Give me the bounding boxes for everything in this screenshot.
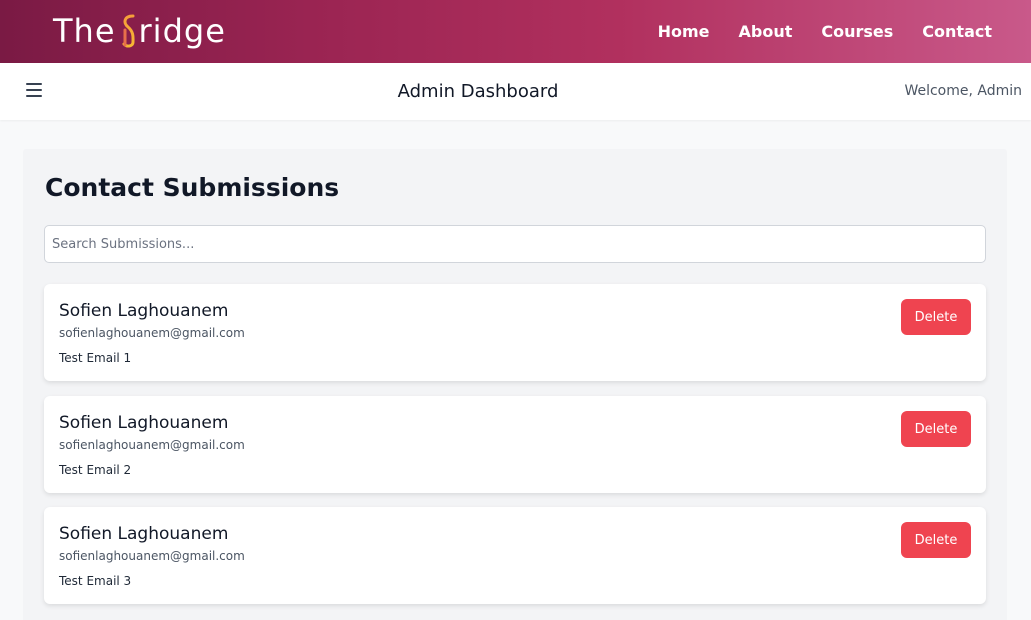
submission-email: sofienlaghouanem@gmail.com (59, 326, 245, 340)
brand-logo[interactable]: The ridge (53, 9, 226, 53)
nav-link-about[interactable]: About (739, 22, 793, 41)
submission-card: Sofien Laghouanem sofienlaghouanem@gmail… (44, 396, 986, 493)
admin-header: Admin Dashboard Welcome, Admin (0, 63, 1031, 120)
main-nav: Home About Courses Contact (658, 0, 992, 63)
submission-name: Sofien Laghouanem (59, 413, 229, 433)
search-input[interactable] (44, 225, 986, 263)
submission-name: Sofien Laghouanem (59, 301, 229, 321)
welcome-text: Welcome, Admin (904, 83, 1022, 99)
submission-message: Test Email 3 (59, 574, 132, 588)
submission-message: Test Email 1 (59, 351, 132, 365)
logo-text-prefix: The (53, 12, 116, 50)
submission-card: Sofien Laghouanem sofienlaghouanem@gmail… (44, 284, 986, 381)
submission-message: Test Email 2 (59, 463, 132, 477)
submission-card: Sofien Laghouanem sofienlaghouanem@gmail… (44, 507, 986, 604)
logo-text-suffix: ridge (138, 12, 226, 50)
delete-button[interactable]: Delete (901, 299, 971, 335)
page-title: Admin Dashboard (397, 81, 559, 102)
nav-link-home[interactable]: Home (658, 22, 710, 41)
submission-name: Sofien Laghouanem (59, 524, 229, 544)
submissions-panel: Contact Submissions Sofien Laghouanem so… (23, 149, 1007, 620)
delete-button[interactable]: Delete (901, 522, 971, 558)
submission-email: sofienlaghouanem@gmail.com (59, 549, 245, 563)
nav-link-courses[interactable]: Courses (821, 22, 893, 41)
delete-button[interactable]: Delete (901, 411, 971, 447)
section-heading: Contact Submissions (45, 173, 340, 202)
submission-email: sofienlaghouanem@gmail.com (59, 438, 245, 452)
nav-link-contact[interactable]: Contact (922, 22, 992, 41)
bridge-logo-icon (120, 13, 138, 49)
top-navbar: The ridge Home About Courses Contact (0, 0, 1031, 63)
